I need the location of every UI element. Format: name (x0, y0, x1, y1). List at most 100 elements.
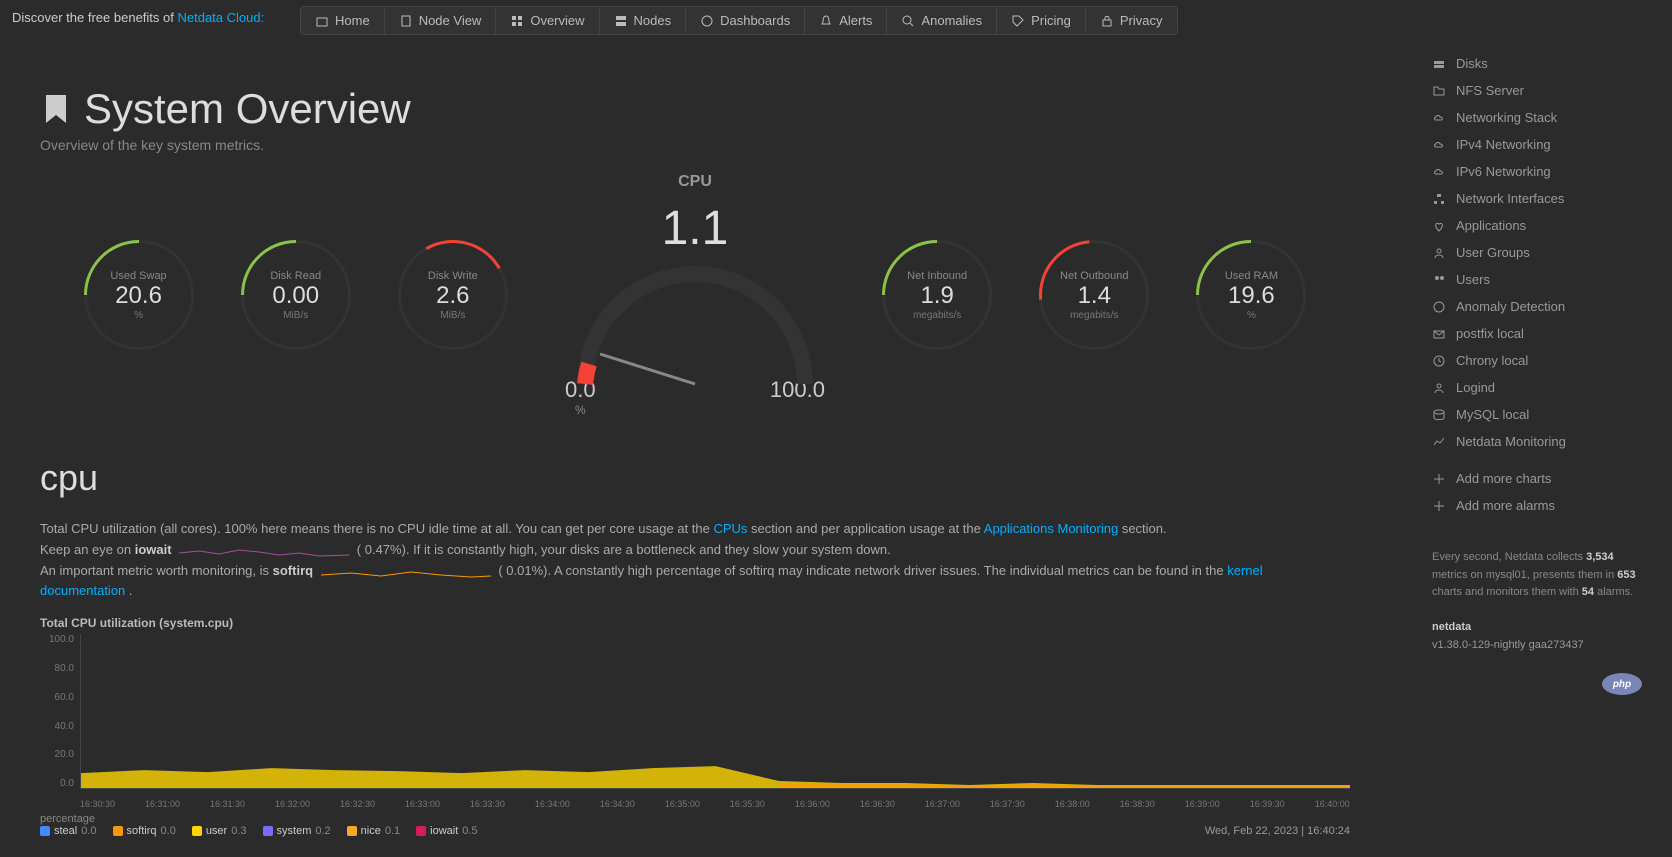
softirq-label: softirq (273, 563, 313, 578)
legend-swatch (263, 826, 273, 836)
node-icon (399, 14, 413, 28)
legend-item-steal[interactable]: steal 0.0 (40, 825, 97, 837)
cpu-chart[interactable]: 100.0 80.0 60.0 40.0 20.0 0.0 16:30:30 16… (40, 634, 1350, 809)
nav-label: Privacy (1120, 13, 1163, 28)
chart-legend: steal 0.0 softirq 0.0 user 0.3 system 0.2 ni… (40, 825, 478, 837)
nav-pricing[interactable]: Pricing (997, 7, 1086, 34)
gauge-cpu-main[interactable]: CPU 1.1 0.0 % 100.0 (555, 173, 835, 417)
legend-value: 0.0 (81, 825, 96, 837)
info-text: charts and monitors them with (1432, 586, 1582, 598)
xtick: 16:38:00 (1055, 799, 1090, 809)
xtick: 16:30:30 (80, 799, 115, 809)
main-content: System Overview Overview of the key syst… (0, 35, 1390, 857)
sidebar-item-users[interactable]: Users (1422, 266, 1662, 293)
desc-text: 0.01%). A constantly high percentage of … (506, 563, 1227, 578)
ytick: 0.0 (40, 778, 74, 789)
search-icon (901, 14, 915, 28)
sidebar-item-postfix-local[interactable]: postfix local (1422, 320, 1662, 347)
gauge-net-outbound[interactable]: Net Outbound 1.4 megabits/s (1039, 240, 1149, 350)
sidebar-label: postfix local (1456, 326, 1524, 341)
cpus-link[interactable]: CPUs (713, 521, 747, 536)
sidebar-label: Networking Stack (1456, 110, 1557, 125)
sidebar-label: Network Interfaces (1456, 191, 1564, 206)
gauges-row: Used Swap 20.6 % Disk Read 0.00 MiB/s Di… (40, 173, 1350, 417)
gauge-used-swap[interactable]: Used Swap 20.6 % (84, 240, 194, 350)
xtick: 16:36:30 (860, 799, 895, 809)
legend-swatch (192, 826, 202, 836)
sidebar: Disks NFS Server Networking Stack IPv4 Netw… (1412, 40, 1672, 675)
nav-node-view[interactable]: Node View (385, 7, 497, 34)
legend-item-iowait[interactable]: iowait 0.5 (416, 825, 477, 837)
apps-monitoring-link[interactable]: Applications Monitoring (984, 521, 1118, 536)
sidebar-item-network-interfaces[interactable]: Network Interfaces (1422, 185, 1662, 212)
add-more-alarms[interactable]: Add more alarms (1422, 492, 1662, 519)
sidebar-item-nfs-server[interactable]: NFS Server (1422, 77, 1662, 104)
desc-text: Keep an eye on (40, 542, 135, 557)
gauge-net-inbound[interactable]: Net Inbound 1.9 megabits/s (882, 240, 992, 350)
chart-icon (1432, 435, 1446, 449)
sidebar-label: Anomaly Detection (1456, 299, 1565, 314)
legend-item-system[interactable]: system 0.2 (263, 825, 331, 837)
banner-link[interactable]: Netdata Cloud: (177, 10, 264, 25)
legend-item-softirq[interactable]: softirq 0.0 (113, 825, 176, 837)
product-version: v1.38.0-129-nightly gaa273437 (1432, 639, 1584, 651)
gauge-disk-read[interactable]: Disk Read 0.00 MiB/s (241, 240, 351, 350)
desc-text: section and per application usage at the (751, 521, 984, 536)
xtick: 16:33:00 (405, 799, 440, 809)
sidebar-label: Applications (1456, 218, 1526, 233)
xtick: 16:37:00 (925, 799, 960, 809)
sidebar-item-user-groups[interactable]: User Groups (1422, 239, 1662, 266)
nav-anomalies[interactable]: Anomalies (887, 7, 997, 34)
gauge-disk-write[interactable]: Disk Write 2.6 MiB/s (398, 240, 508, 350)
lock-icon (1100, 14, 1114, 28)
user-icon (1432, 246, 1446, 260)
mail-icon (1432, 327, 1446, 341)
gauge-label: CPU (555, 173, 835, 191)
info-text: metrics on mysql01, presents them in (1432, 569, 1617, 581)
nodes-icon (614, 14, 628, 28)
bookmark-icon (40, 93, 72, 125)
chart-yaxis: 100.0 80.0 60.0 40.0 20.0 0.0 (40, 634, 80, 789)
cpu-section-title: cpu (40, 457, 1350, 499)
nav-dashboards[interactable]: Dashboards (686, 7, 805, 34)
product-name: netdata (1432, 621, 1471, 633)
sidebar-label: Disks (1456, 56, 1488, 71)
nav-nodes[interactable]: Nodes (600, 7, 687, 34)
sidebar-item-applications[interactable]: Applications (1422, 212, 1662, 239)
nav-alerts[interactable]: Alerts (805, 7, 887, 34)
xtick: 16:34:30 (600, 799, 635, 809)
sidebar-item-disks[interactable]: Disks (1422, 50, 1662, 77)
legend-value: 0.0 (161, 825, 176, 837)
xtick: 16:35:00 (665, 799, 700, 809)
nav-privacy[interactable]: Privacy (1086, 7, 1177, 34)
desc-text: . (129, 583, 133, 598)
chart-footer: percentage steal 0.0softirq 0.0user 0.3s… (40, 813, 1350, 837)
gauge-used-ram[interactable]: Used RAM 19.6 % (1196, 240, 1306, 350)
xtick: 16:38:30 (1120, 799, 1155, 809)
nav-home[interactable]: Home (301, 7, 385, 34)
bell-icon (819, 14, 833, 28)
users-icon (1432, 273, 1446, 287)
sidebar-item-ipv4-networking[interactable]: IPv4 Networking (1422, 131, 1662, 158)
desc-text: An important metric worth monitoring, is (40, 563, 273, 578)
chart-timestamp: Wed, Feb 22, 2023 | 16:40:24 (1205, 825, 1350, 837)
legend-swatch (416, 826, 426, 836)
sidebar-item-netdata-monitoring[interactable]: Netdata Monitoring (1422, 428, 1662, 455)
legend-item-user[interactable]: user 0.3 (192, 825, 247, 837)
sidebar-item-networking-stack[interactable]: Networking Stack (1422, 104, 1662, 131)
clock-icon (1432, 354, 1446, 368)
sidebar-item-ipv6-networking[interactable]: IPv6 Networking (1422, 158, 1662, 185)
sidebar-item-mysql-local[interactable]: MySQL local (1422, 401, 1662, 428)
sidebar-label: User Groups (1456, 245, 1530, 260)
user-icon (1432, 381, 1446, 395)
nav-overview[interactable]: Overview (496, 7, 599, 34)
sidebar-label: Chrony local (1456, 353, 1528, 368)
add-more-charts[interactable]: Add more charts (1422, 465, 1662, 492)
xtick: 16:34:00 (535, 799, 570, 809)
sidebar-item-chrony-local[interactable]: Chrony local (1422, 347, 1662, 374)
sidebar-label: NFS Server (1456, 83, 1524, 98)
dashboards-icon (700, 14, 714, 28)
sidebar-item-logind[interactable]: Logind (1422, 374, 1662, 401)
sidebar-item-anomaly-detection[interactable]: Anomaly Detection (1422, 293, 1662, 320)
legend-item-nice[interactable]: nice 0.1 (347, 825, 400, 837)
